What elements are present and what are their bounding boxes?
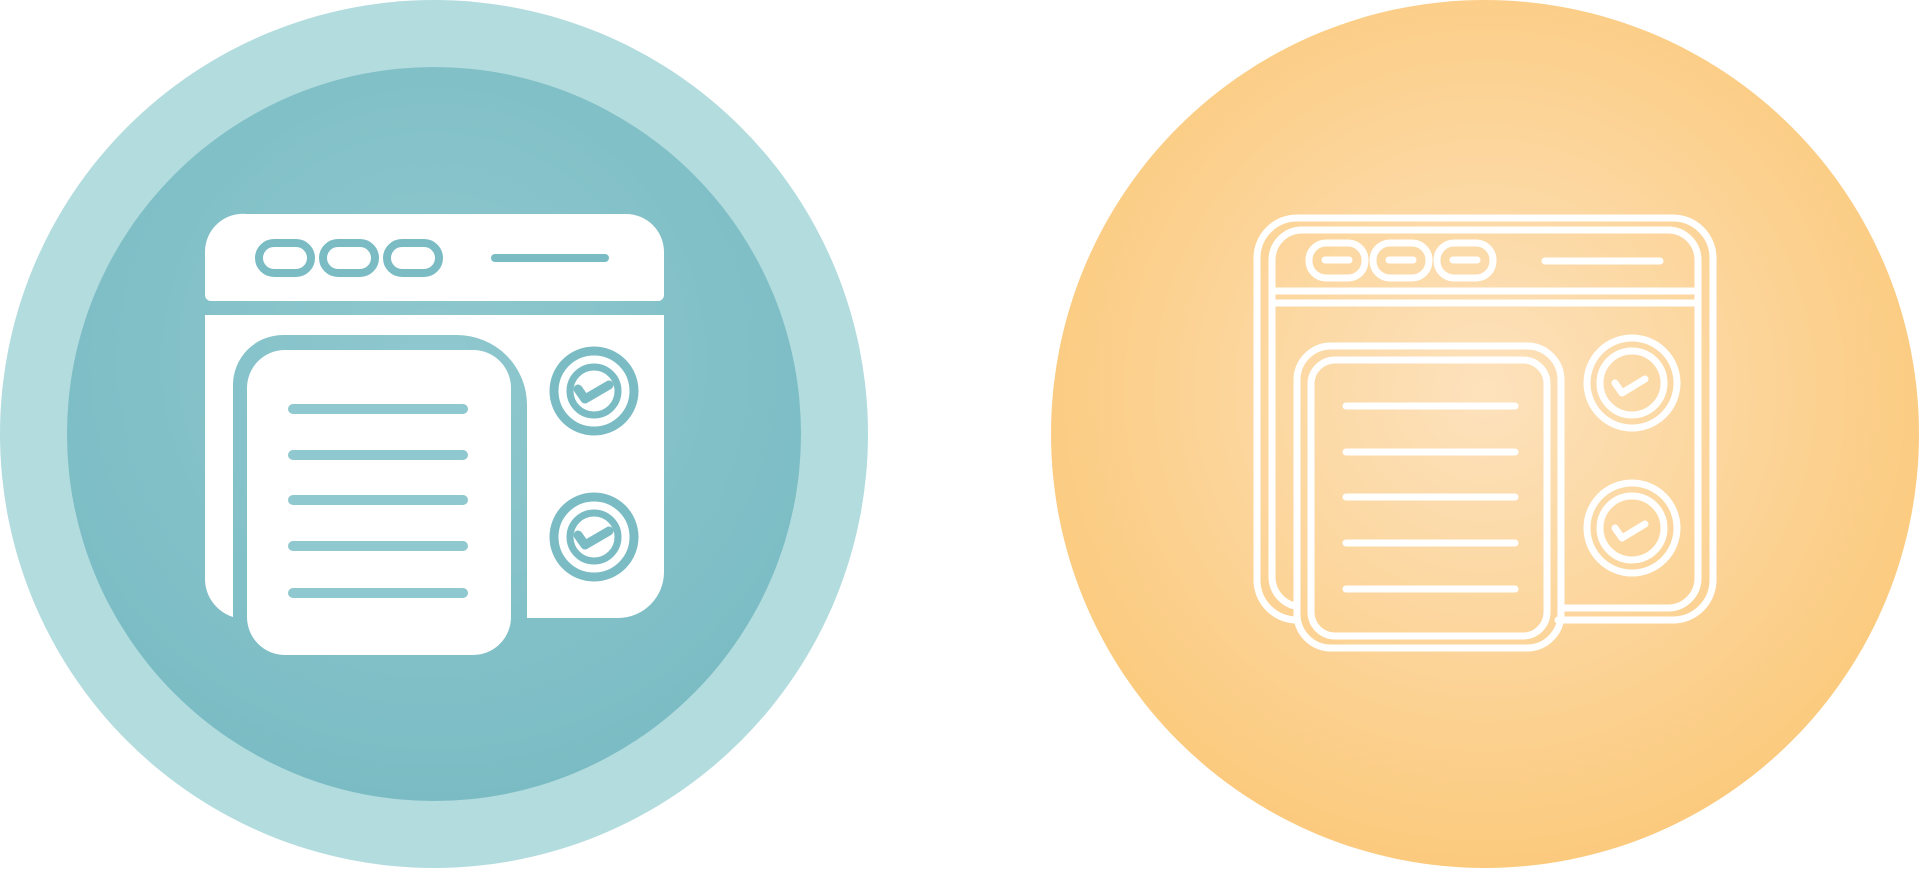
check-badge-icon: [1583, 479, 1681, 577]
gradient-circle: [1051, 0, 1919, 868]
icon-canvas: [0, 0, 1919, 868]
web-document-checklist-icon: [204, 213, 665, 655]
check-badge-icon: [1583, 334, 1681, 432]
outline-icon-badge: [1051, 0, 1919, 868]
glyph-icon-badge: [0, 0, 868, 868]
check-badge-icon: [545, 342, 643, 440]
check-badge-icon: [545, 488, 643, 586]
icon-set: [0, 0, 1920, 869]
